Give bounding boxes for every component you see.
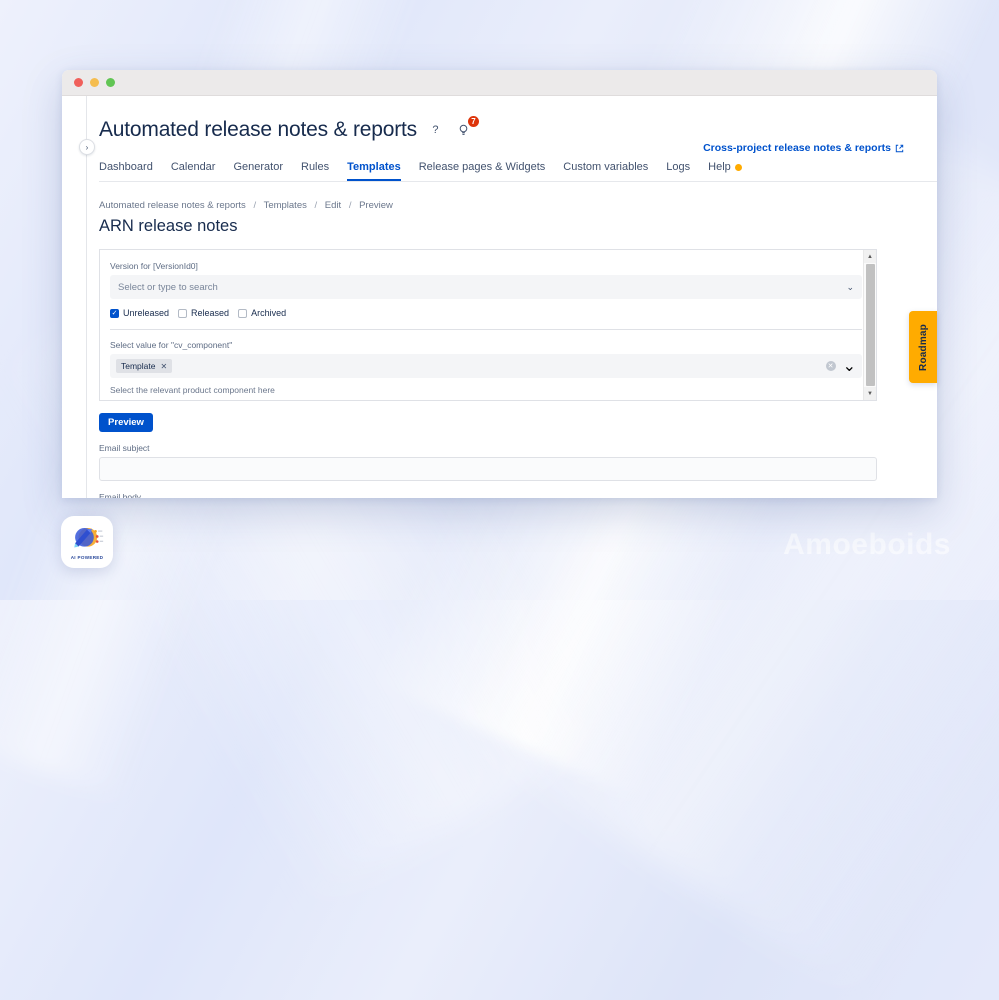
app-title: Automated release notes & reports (99, 118, 417, 142)
component-multiselect[interactable]: Template ✕ ✕ ⌄ (110, 354, 862, 378)
options-panel: Version for [VersionId0] Select or type … (99, 249, 877, 401)
chevron-right-icon: › (86, 143, 89, 152)
app-page: › Cross-project release notes & reports … (62, 96, 937, 498)
page-content: Automated release notes & reports ? 7 (62, 96, 937, 498)
tab-label: Rules (301, 161, 329, 173)
checkbox-unchecked-icon (178, 309, 187, 318)
component-help-text: Select the relevant product component he… (110, 385, 862, 395)
chip-label: Template (121, 361, 156, 371)
ai-powered-label: AI POWERED (71, 555, 104, 560)
tab-label: Release pages & Widgets (419, 161, 546, 173)
checkbox-label: Archived (251, 308, 286, 318)
roadmap-label: Roadmap (918, 324, 929, 371)
ai-powered-badge: AI POWERED (61, 516, 113, 568)
close-window-button[interactable] (74, 78, 83, 87)
question-mark-icon: ? (432, 124, 438, 136)
breadcrumb-item-app[interactable]: Automated release notes & reports (99, 200, 246, 211)
chevron-down-icon[interactable]: ⌄ (843, 356, 856, 376)
cross-project-link-label: Cross-project release notes & reports (703, 142, 891, 154)
email-body-label: Email body (99, 492, 937, 498)
checkbox-archived[interactable]: Archived (238, 308, 286, 318)
maximize-window-button[interactable] (106, 78, 115, 87)
browser-window: › Cross-project release notes & reports … (62, 70, 937, 498)
clear-selection-icon[interactable]: ✕ (826, 361, 836, 371)
multiselect-actions: ✕ ⌄ (826, 356, 856, 376)
chip-remove-icon[interactable]: ✕ (161, 362, 168, 371)
external-link-icon (895, 144, 904, 153)
tab-custom-variables[interactable]: Custom variables (563, 161, 648, 181)
breadcrumb: Automated release notes & reports / Temp… (99, 200, 937, 211)
nav-tabs: Dashboard Calendar Generator Rules Templ… (99, 161, 937, 182)
help-button[interactable]: ? (426, 121, 445, 140)
checkbox-label: Unreleased (123, 308, 169, 318)
version-field-label: Version for [VersionId0] (110, 261, 862, 271)
roadmap-side-tab[interactable]: Roadmap (909, 311, 937, 383)
sidebar-rail (86, 96, 87, 498)
breadcrumb-item-templates[interactable]: Templates (264, 200, 307, 211)
email-subject-label: Email subject (99, 443, 937, 453)
checkbox-released[interactable]: Released (178, 308, 229, 318)
tab-dashboard[interactable]: Dashboard (99, 161, 153, 181)
status-filter-group: ✓ Unreleased Released Archived (110, 308, 862, 318)
tab-logs[interactable]: Logs (666, 161, 690, 181)
lightbulb-glyph (458, 124, 469, 137)
tab-generator[interactable]: Generator (233, 161, 283, 181)
tab-help[interactable]: Help (708, 161, 742, 181)
component-field-label: Select value for "cv_component" (110, 340, 862, 350)
sidebar-expand-toggle[interactable]: › (79, 139, 95, 155)
breadcrumb-separator: / (315, 200, 318, 211)
version-select[interactable]: Select or type to search ⌄ (110, 275, 862, 299)
breadcrumb-item-edit[interactable]: Edit (325, 200, 341, 211)
tab-label: Templates (347, 161, 401, 173)
minimize-window-button[interactable] (90, 78, 99, 87)
chevron-down-icon: ⌄ (846, 282, 854, 293)
tab-label: Calendar (171, 161, 216, 173)
whats-new-button[interactable]: 7 (454, 121, 473, 140)
checkbox-label: Released (191, 308, 229, 318)
checkbox-unreleased[interactable]: ✓ Unreleased (110, 308, 169, 318)
panel-divider (110, 329, 862, 330)
rocket-icon (70, 524, 104, 554)
tab-label: Dashboard (99, 161, 153, 173)
tab-release-pages-widgets[interactable]: Release pages & Widgets (419, 161, 546, 181)
checkbox-checked-icon: ✓ (110, 309, 119, 318)
breadcrumb-item-preview[interactable]: Preview (359, 200, 393, 211)
tab-calendar[interactable]: Calendar (171, 161, 216, 181)
cross-project-link[interactable]: Cross-project release notes & reports (703, 142, 904, 154)
panel-scrollbar[interactable]: ▲ ▼ (863, 250, 876, 400)
tab-templates[interactable]: Templates (347, 161, 401, 181)
page-header: Automated release notes & reports ? 7 (99, 118, 937, 142)
tab-label: Help (708, 161, 731, 173)
version-select-placeholder: Select or type to search (118, 282, 218, 293)
options-panel-inner: Version for [VersionId0] Select or type … (100, 250, 876, 395)
scroll-up-arrow-icon[interactable]: ▲ (864, 250, 877, 263)
scrollbar-track[interactable] (864, 263, 877, 387)
tab-label: Custom variables (563, 161, 648, 173)
tab-rules[interactable]: Rules (301, 161, 329, 181)
help-status-dot-icon (735, 164, 742, 171)
scroll-down-arrow-icon[interactable]: ▼ (864, 387, 877, 400)
notification-badge: 7 (467, 115, 480, 128)
page-title: ARN release notes (99, 217, 937, 236)
breadcrumb-separator: / (253, 200, 256, 211)
window-titlebar (62, 70, 937, 96)
checkbox-unchecked-icon (238, 309, 247, 318)
tab-label: Logs (666, 161, 690, 173)
email-subject-input[interactable] (99, 457, 877, 481)
selected-chip-template[interactable]: Template ✕ (116, 359, 172, 373)
preview-button[interactable]: Preview (99, 413, 153, 432)
breadcrumb-separator: / (349, 200, 352, 211)
watermark: Amoeboids (783, 528, 951, 562)
scrollbar-thumb[interactable] (866, 264, 875, 386)
tab-label: Generator (233, 161, 283, 173)
